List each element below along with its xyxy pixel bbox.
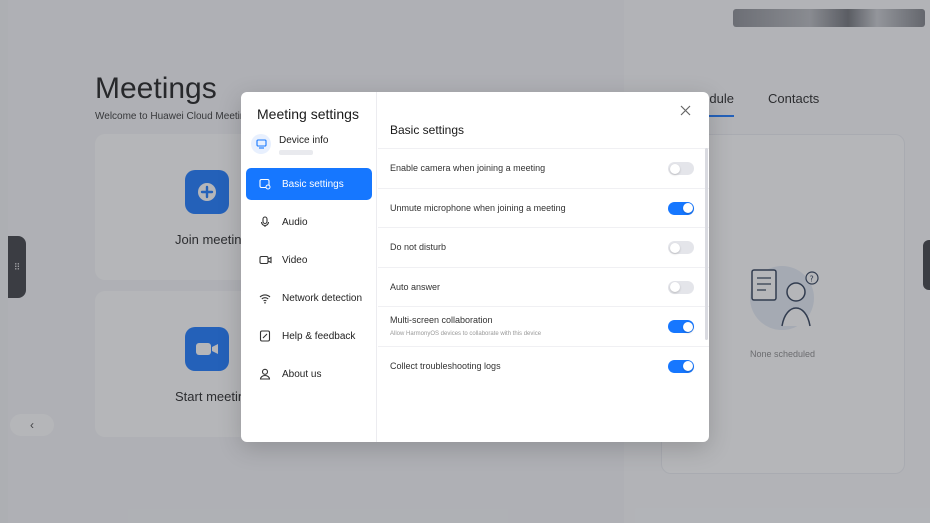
setting-label: Unmute microphone when joining a meeting [390,202,566,213]
device-info[interactable]: Device info [251,134,371,162]
wifi-icon [258,291,272,305]
nav-item-label: Help & feedback [282,330,356,342]
setting-row-multi-screen: Multi-screen collaboration Allow Harmony… [378,306,709,346]
setting-row-do-not-disturb: Do not disturb [378,227,709,267]
setting-label: Multi-screen collaboration [390,315,493,325]
nav-item-about-us[interactable]: About us [246,358,372,390]
multi-screen-toggle[interactable] [668,320,694,333]
device-icon [251,134,271,154]
help-feedback-icon [258,329,272,343]
nav-item-label: About us [282,368,322,380]
basic-settings-icon [258,177,272,191]
content-title: Basic settings [390,123,465,137]
troubleshooting-logs-toggle[interactable] [668,359,694,373]
setting-label: Do not disturb [390,242,447,252]
device-info-value-redacted [279,150,313,155]
nav-item-label: Audio [282,216,308,228]
settings-title: Meeting settings [257,106,359,122]
settings-nav: Meeting settings Device info Basic setti… [241,92,377,442]
settings-scrollbar[interactable] [705,148,708,340]
setting-row-auto-answer: Auto answer [378,266,709,307]
setting-label: Enable camera when joining a meeting [390,163,546,173]
nav-item-label: Video [282,254,308,266]
meeting-settings-dialog: Meeting settings Device info Basic setti… [241,92,709,442]
setting-label: Collect troubleshooting logs [390,360,501,371]
nav-item-basic-settings[interactable]: Basic settings [246,168,372,200]
setting-row-troubleshooting-logs: Collect troubleshooting logs [378,345,709,386]
person-icon [258,367,272,381]
setting-description: Allow HarmonyOS devices to collaborate w… [390,331,542,337]
video-camera-icon [258,253,272,267]
nav-item-network-detection[interactable]: Network detection [246,282,372,314]
nav-item-help-feedback[interactable]: Help & feedback [246,320,372,352]
close-button[interactable] [675,100,695,120]
setting-row-unmute-microphone: Unmute microphone when joining a meeting [378,187,709,228]
nav-item-audio[interactable]: Audio [246,206,372,238]
microphone-icon [258,215,272,229]
do-not-disturb-toggle[interactable] [668,241,694,254]
enable-camera-toggle[interactable] [668,162,694,175]
auto-answer-toggle[interactable] [668,280,694,294]
settings-list: Enable camera when joining a meeting Unm… [378,148,709,385]
unmute-microphone-toggle[interactable] [668,201,694,215]
settings-content: Basic settings Enable camera when joinin… [378,92,709,442]
nav-item-label: Basic settings [282,178,344,190]
close-icon [680,105,690,115]
setting-label: Auto answer [390,281,441,292]
nav-item-video[interactable]: Video [246,244,372,276]
setting-row-enable-camera: Enable camera when joining a meeting [378,148,709,188]
nav-item-label: Network detection [282,292,363,304]
device-info-label: Device info [279,135,329,146]
